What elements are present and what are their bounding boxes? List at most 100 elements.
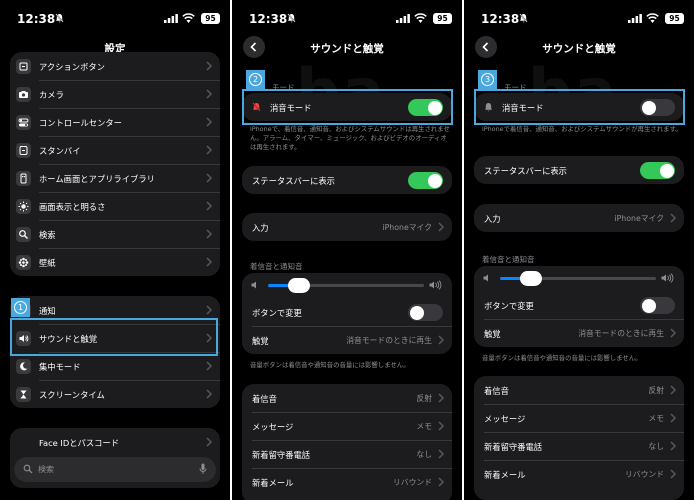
chevron-right-icon: [438, 335, 444, 345]
chevron-right-icon: [670, 469, 676, 479]
chevron-right-icon: [206, 437, 212, 447]
section-header-ringtone: 着信音と通知音: [482, 255, 535, 264]
settings-row-camera[interactable]: カメラ: [10, 80, 220, 108]
highlight-box: [242, 89, 453, 125]
settings-row-action-button[interactable]: アクションボタン: [10, 52, 220, 80]
input-row[interactable]: 入力 iPhoneマイク: [474, 204, 684, 232]
status-bar-display-toggle[interactable]: [408, 172, 443, 189]
wifi-icon: [182, 13, 195, 23]
cellular-signal-icon: [164, 14, 178, 23]
speaker-high-icon: [429, 280, 442, 290]
settings-row-search[interactable]: 検索: [10, 220, 220, 248]
control-center-icon: [16, 115, 31, 130]
search-bar[interactable]: 検索: [14, 457, 216, 482]
chevron-right-icon: [206, 89, 212, 99]
slider-thumb[interactable]: [288, 278, 311, 293]
status-bar-group: ステータスバーに表示: [242, 166, 452, 194]
tutorial-stage: ba 12:38 95 設定 アクションボタン カメラ コントロールセンター: [0, 0, 694, 500]
settings-row-home-screen[interactable]: ホーム画面とアプリライブラリ: [10, 164, 220, 192]
ringtone-volume-slider[interactable]: [474, 266, 684, 291]
chevron-right-icon: [206, 117, 212, 127]
volume-note: 音量ボタンは着信音や通知音の音量には影響しません。: [482, 354, 642, 362]
input-group: 入力 iPhoneマイク: [474, 204, 684, 232]
settings-row-focus[interactable]: 集中モード: [10, 352, 220, 380]
status-time: 12:38: [17, 12, 56, 26]
change-with-buttons-row[interactable]: ボタンで変更: [242, 298, 452, 326]
sound-row-message[interactable]: メッセージ メモ: [474, 404, 684, 432]
input-row[interactable]: 入力 iPhoneマイク: [242, 213, 452, 241]
chevron-right-icon: [670, 413, 676, 423]
settings-group-1: アクションボタン カメラ コントロールセンター スタンバイ ホーム画面とアプリラ: [10, 52, 220, 276]
section-header-ringtone: 着信音と通知音: [250, 262, 303, 271]
sound-row-ringtone[interactable]: 着信音 反射: [242, 384, 452, 412]
sound-list-group: 着信音 反射 メッセージ メモ 新着留守番電話 なし 新着メール リバウンド: [474, 376, 684, 500]
standby-icon: [16, 143, 31, 158]
page-title: サウンドと触覚: [542, 43, 616, 55]
sound-row-voicemail[interactable]: 新着留守番電話 なし: [474, 432, 684, 460]
status-bar-display-toggle[interactable]: [640, 162, 675, 179]
slider-thumb[interactable]: [520, 271, 543, 286]
step-badge: 1: [11, 298, 30, 317]
settings-row-screen-time[interactable]: スクリーンタイム: [10, 380, 220, 408]
status-bar-display-row[interactable]: ステータスバーに表示: [242, 166, 452, 194]
action-button-icon: [16, 59, 31, 74]
chevron-right-icon: [206, 305, 212, 315]
settings-row-face-id[interactable]: Face IDとパスコード: [10, 428, 220, 456]
chevron-right-icon: [438, 421, 444, 431]
sound-row-message[interactable]: メッセージ メモ: [242, 412, 452, 440]
wallpaper-icon: [16, 255, 31, 270]
chevron-right-icon: [206, 173, 212, 183]
change-with-buttons-row[interactable]: ボタンで変更: [474, 291, 684, 319]
battery-indicator: 95: [201, 13, 220, 24]
sound-row-ringtone[interactable]: 着信音 反射: [474, 376, 684, 404]
chevron-right-icon: [206, 229, 212, 239]
settings-row-brightness[interactable]: 画面表示と明るさ: [10, 192, 220, 220]
search-placeholder: 検索: [38, 465, 54, 474]
chevron-right-icon: [438, 477, 444, 487]
chevron-right-icon: [206, 61, 212, 71]
sounds-screen-silent-off: ba 12:38 95 サウンドと触覚 モード 消音モード iPhoneで着信音…: [464, 0, 694, 500]
ringtone-group: ボタンで変更 触覚 消音モードのときに再生: [242, 273, 452, 354]
sound-row-voicemail[interactable]: 新着留守番電話 なし: [242, 440, 452, 468]
status-bar-display-row[interactable]: ステータスバーに表示: [474, 156, 684, 184]
highlight-box: [474, 89, 685, 125]
status-time: 12:38: [249, 12, 288, 26]
step-badge: 2: [246, 70, 265, 89]
status-bar: 12:38 95: [464, 0, 694, 34]
settings-row-wallpaper[interactable]: 壁紙: [10, 248, 220, 276]
search-icon: [23, 464, 33, 474]
status-bar: 12:38 95: [232, 0, 462, 34]
wifi-icon: [646, 13, 659, 23]
ringtone-group: ボタンで変更 触覚 消音モードのときに再生: [474, 266, 684, 347]
settings-row-standby[interactable]: スタンバイ: [10, 136, 220, 164]
silent-mode-note: iPhoneで着信音、通知音、およびシステムサウンドが再生されます。: [482, 125, 682, 133]
chevron-right-icon: [438, 222, 444, 232]
battery-indicator: 95: [665, 13, 684, 24]
chevron-right-icon: [206, 389, 212, 399]
silent-bell-icon: [55, 13, 64, 23]
ringtone-volume-slider[interactable]: [242, 273, 452, 298]
change-with-buttons-toggle[interactable]: [640, 297, 675, 314]
chevron-right-icon: [438, 393, 444, 403]
chevron-right-icon: [206, 201, 212, 211]
haptics-row[interactable]: 触覚 消音モードのときに再生: [242, 326, 452, 354]
sound-row-new-mail[interactable]: 新着メール リバウンド: [242, 468, 452, 496]
sounds-screen-silent-on: ba 12:38 95 サウンドと触覚 モード 消音モード iPhoneで、着信…: [232, 0, 462, 500]
settings-row-control-center[interactable]: コントロールセンター: [10, 108, 220, 136]
camera-icon: [16, 87, 31, 102]
status-bar: 12:38 95: [0, 0, 230, 34]
cellular-signal-icon: [396, 14, 410, 23]
sound-row-new-mail[interactable]: 新着メール リバウンド: [474, 460, 684, 488]
microphone-icon[interactable]: [199, 463, 207, 475]
change-with-buttons-toggle[interactable]: [408, 304, 443, 321]
input-group: 入力 iPhoneマイク: [242, 213, 452, 241]
brightness-icon: [16, 199, 31, 214]
haptics-row[interactable]: 触覚 消音モードのときに再生: [474, 319, 684, 347]
status-bar-group: ステータスバーに表示: [474, 156, 684, 184]
chevron-right-icon: [670, 213, 676, 223]
settings-screen: ba 12:38 95 設定 アクションボタン カメラ コントロールセンター: [0, 0, 230, 500]
highlight-box: [10, 318, 218, 356]
sound-list-group: 着信音 反射 メッセージ メモ 新着留守番電話 なし 新着メール リバウンド: [242, 384, 452, 500]
chevron-right-icon: [206, 145, 212, 155]
battery-indicator: 95: [433, 13, 452, 24]
